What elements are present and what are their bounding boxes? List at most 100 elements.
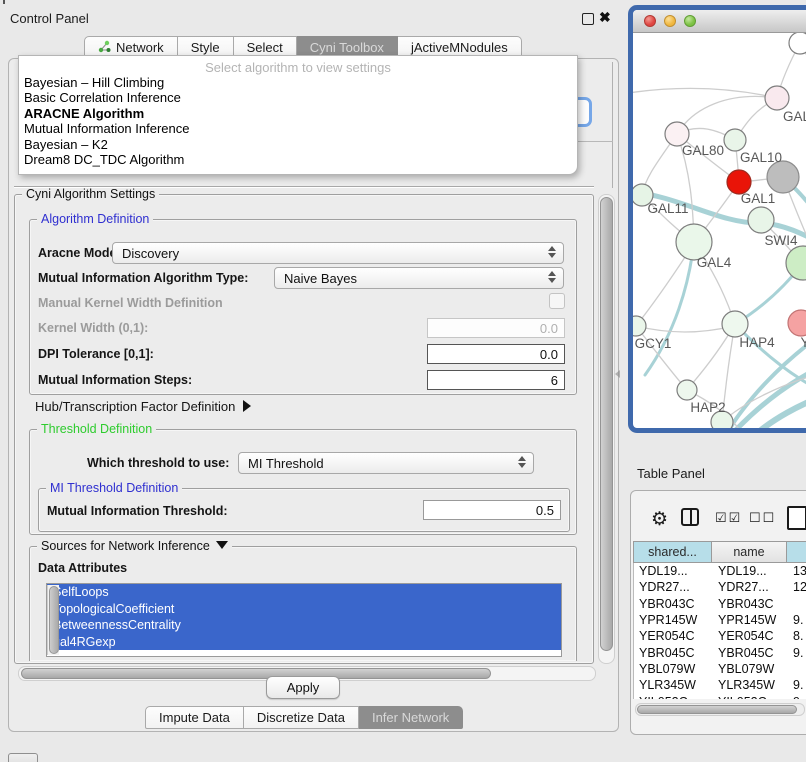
table-cell: 12 [788, 579, 806, 595]
table-cell: YBL079W [713, 661, 788, 677]
network-node-label: GAL1 [741, 191, 776, 206]
attribute-item[interactable]: gal4RGexp [47, 634, 561, 651]
float-panel-icon[interactable] [582, 13, 594, 25]
mi-threshold-field[interactable]: 0.5 [423, 500, 561, 520]
column-header-2[interactable]: name [712, 541, 787, 563]
tab-infer-network[interactable]: Infer Network [359, 706, 463, 729]
close-window-icon[interactable] [644, 15, 656, 27]
table-cell: YDR27... [634, 579, 713, 595]
network-node[interactable] [677, 380, 697, 400]
network-node[interactable] [722, 311, 748, 337]
tab-discretize-data[interactable]: Discretize Data [244, 706, 359, 729]
mi-threshold-label: Mutual Information Threshold: [47, 504, 228, 518]
panel-splitter-handle[interactable] [615, 370, 620, 378]
algorithm-option[interactable]: Basic Correlation Inference [19, 90, 577, 105]
list-scrollbar[interactable] [47, 585, 59, 655]
kernel-width-field: 0.0 [427, 318, 565, 338]
table-cell: YDL19... [634, 563, 713, 579]
network-node[interactable] [786, 246, 806, 280]
select-none-icon[interactable]: ☐☐ [749, 510, 776, 526]
tab-label: Select [247, 40, 283, 55]
scrollbar-thumb[interactable] [600, 197, 613, 651]
network-node[interactable] [767, 161, 799, 193]
mi-steps-field[interactable]: 6 [427, 370, 565, 390]
mi-type-label: Mutual Information Algorithm Type: [38, 271, 248, 285]
tab-impute-data[interactable]: Impute Data [145, 706, 244, 729]
select-all-checked-icon[interactable]: ☑☑ [715, 510, 742, 526]
table-row[interactable]: YBR045CYBR045C9. [634, 644, 806, 660]
hidden-groupbox-edge [612, 62, 613, 188]
algorithm-option[interactable]: Mutual Information Inference [19, 121, 577, 136]
scrollbar-thumb[interactable] [637, 705, 797, 714]
algorithm-dropdown-popup: Select algorithm to view settings Bayesi… [18, 55, 578, 175]
network-node-label: GCY1 [635, 336, 672, 351]
attribute-item[interactable]: SelfLoops [47, 584, 561, 601]
algorithm-option[interactable]: Bayesian – K2 [19, 137, 577, 152]
network-node[interactable] [633, 316, 646, 336]
table-row[interactable]: YDR27...YDR27...12 [634, 579, 806, 595]
mi-type-combo[interactable]: Naive Bayes [274, 267, 564, 289]
attribute-item[interactable]: TopologicalCoefficient [47, 601, 561, 618]
minimize-window-icon[interactable] [664, 15, 676, 27]
network-node[interactable] [765, 86, 789, 110]
table-cell: 9. [788, 677, 806, 693]
attribute-item[interactable]: BetweennessCentrality [47, 617, 561, 634]
sources-title[interactable]: Sources for Network Inference [37, 539, 232, 553]
settings-vertical-scrollbar[interactable] [598, 194, 615, 664]
algorithm-definition-title: Algorithm Definition [37, 212, 153, 226]
mi-threshold-group: MI Threshold Definition Mutual Informati… [38, 488, 570, 532]
table-header-row: shared...nameA [633, 541, 806, 563]
network-node-label: GAL80 [682, 143, 724, 158]
table-row[interactable]: YLR345WYLR345W9. [634, 677, 806, 693]
algorithm-list: Bayesian – Hill ClimbingBasic Correlatio… [19, 75, 577, 167]
apply-button[interactable]: Apply [266, 676, 340, 699]
table-row[interactable]: YER054CYER054C8. [634, 628, 806, 644]
hub-definition-toggle[interactable]: Hub/Transcription Factor Definition [35, 399, 251, 414]
zoom-window-icon[interactable] [684, 15, 696, 27]
export-table-icon[interactable] [787, 506, 806, 530]
table-cell: 13 [788, 563, 806, 579]
network-node[interactable] [748, 207, 774, 233]
hidden-panel-edge [14, 186, 594, 187]
table-row[interactable]: YBR043CYBR043C [634, 596, 806, 612]
network-icon [98, 40, 111, 56]
table-row[interactable]: YPR145WYPR145W9. [634, 612, 806, 628]
network-node[interactable] [724, 129, 746, 151]
algorithm-option[interactable]: ARACNE Algorithm [19, 106, 577, 121]
algorithm-option[interactable]: Dream8 DC_TDC Algorithm [19, 152, 577, 167]
column-header-3[interactable]: A [787, 541, 806, 563]
tab-label: Discretize Data [257, 710, 345, 725]
dpi-tolerance-field[interactable]: 0.0 [427, 344, 565, 364]
aracne-mode-combo[interactable]: Discovery [112, 242, 564, 264]
network-window[interactable]: GALGAL80GAL10GAL1GAL11SWI4GAL4GCY1HAP4YH… [628, 5, 806, 433]
close-panel-icon[interactable]: ✖ [599, 9, 611, 26]
collapsed-panel-button[interactable] [8, 753, 38, 762]
table-horizontal-scrollbar[interactable] [635, 703, 805, 716]
algorithm-definition-group: Algorithm Definition Aracne Mode: Discov… [29, 219, 577, 395]
network-node[interactable] [789, 33, 806, 54]
table-cell: YBR043C [634, 596, 713, 612]
scrollbar-thumb[interactable] [21, 668, 491, 679]
columns-icon[interactable] [681, 508, 699, 526]
table-row[interactable]: YDL19...YDL19...13 [634, 563, 806, 579]
table-cell: YBR043C [713, 596, 788, 612]
mi-threshold-group-title: MI Threshold Definition [46, 481, 182, 495]
network-canvas[interactable]: GALGAL80GAL10GAL1GAL11SWI4GAL4GCY1HAP4YH… [633, 33, 806, 429]
table-row[interactable]: YIL052CYIL052C9 [634, 693, 806, 699]
hidden-groupbox-edge [576, 141, 613, 142]
gear-icon[interactable]: ⚙ [651, 508, 668, 531]
network-node[interactable] [788, 310, 806, 336]
tab-label: Cyni Toolbox [310, 40, 384, 55]
algorithm-option[interactable]: Bayesian – Hill Climbing [19, 75, 577, 90]
network-window-titlebar[interactable] [633, 10, 806, 33]
which-threshold-label: Which threshold to use: [87, 456, 229, 470]
table-cell: YDL19... [713, 563, 788, 579]
kernel-width-label: Kernel Width (0,1): [38, 321, 148, 335]
data-attributes-list: SelfLoopsTopologicalCoefficientBetweenne… [46, 583, 562, 657]
dpi-tolerance-label: DPI Tolerance [0,1]: [38, 347, 154, 361]
table-row[interactable]: YBL079WYBL079W [634, 661, 806, 677]
which-threshold-combo[interactable]: MI Threshold [238, 452, 534, 474]
tab-label: Style [191, 40, 220, 55]
column-header-1[interactable]: shared... [633, 541, 712, 563]
table-cell: 9. [788, 644, 806, 660]
